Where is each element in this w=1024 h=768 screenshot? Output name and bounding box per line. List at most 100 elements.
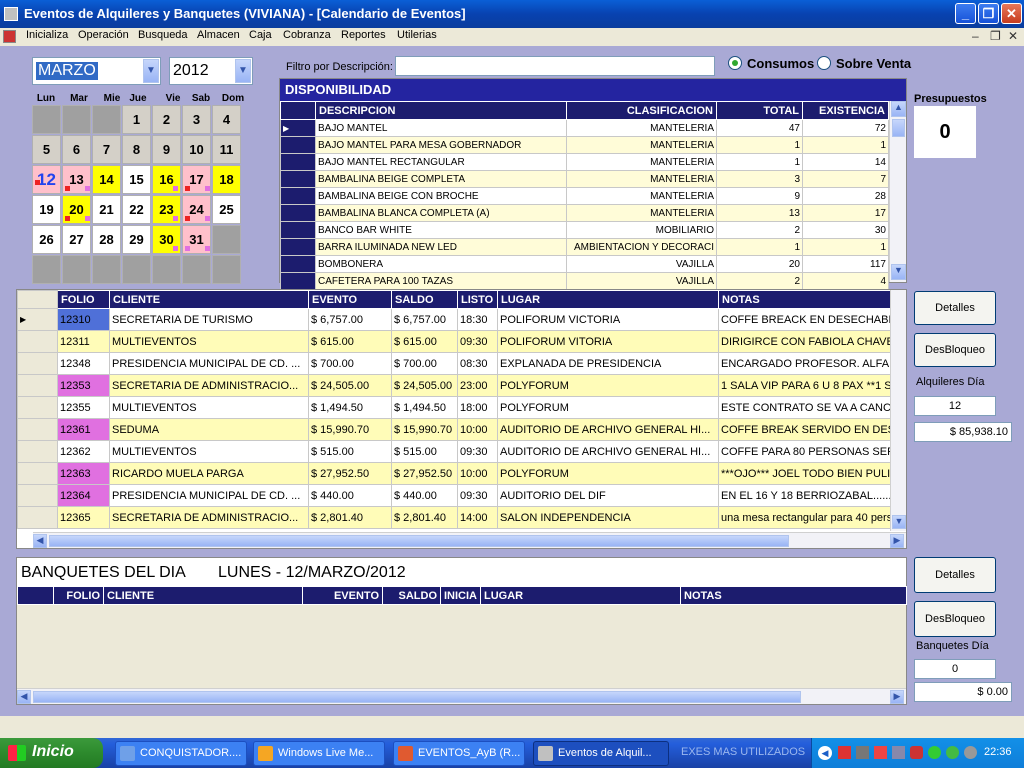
col-folio[interactable]: FOLIO bbox=[53, 586, 104, 605]
table-row[interactable]: BAJO MANTEL PARA MESA GOBERNADOR MANTELER… bbox=[280, 136, 889, 154]
table-row[interactable]: ▶ BAJO MANTEL MANTELERIA 47 72 bbox=[280, 119, 889, 137]
table-row[interactable]: BAMBALINA BLANCA COMPLETA (A) MANTELERIA 1… bbox=[280, 204, 889, 222]
col-existencia[interactable]: EXISTENCIA bbox=[802, 101, 889, 120]
menu-caja[interactable]: Caja bbox=[249, 29, 272, 41]
col-lugar[interactable]: LUGAR bbox=[497, 290, 719, 309]
disponibilidad-scrollbar[interactable]: ▲ ▼ bbox=[889, 101, 906, 282]
sobre-venta-radio[interactable] bbox=[817, 56, 831, 70]
calendar-day[interactable]: 21 bbox=[92, 195, 121, 224]
scroll-left-icon[interactable]: ◀ bbox=[17, 690, 31, 704]
table-row[interactable]: ▶ 12310 SECRETARIA DE TURISMO $ 6,757.00 $ 6… bbox=[17, 308, 891, 331]
table-row[interactable]: 12363 RICARDO MUELA PARGA $ 27,952.50 $ 27,… bbox=[17, 462, 891, 485]
calendar-day[interactable]: 8 bbox=[122, 135, 151, 164]
menu-cobranza[interactable]: Cobranza bbox=[283, 29, 331, 41]
row-selector[interactable] bbox=[17, 462, 58, 485]
row-selector[interactable] bbox=[280, 170, 316, 188]
row-selector[interactable] bbox=[17, 352, 58, 375]
row-selector[interactable] bbox=[280, 153, 316, 171]
desbloqueo-banquetes-button[interactable]: DesBloqueo bbox=[914, 601, 996, 637]
row-selector[interactable] bbox=[280, 255, 316, 273]
chevron-down-icon[interactable]: ▼ bbox=[143, 59, 159, 83]
scroll-thumb[interactable] bbox=[892, 119, 905, 137]
calendar-day[interactable]: 26 bbox=[32, 225, 61, 254]
calendar-day[interactable]: 30 bbox=[152, 225, 181, 254]
year-select[interactable]: 2012 ▼ bbox=[169, 57, 253, 85]
col-folio[interactable]: FOLIO bbox=[57, 290, 110, 309]
table-row[interactable]: 12365 SECRETARIA DE ADMINISTRACIO... $ 2,8… bbox=[17, 506, 891, 529]
mdi-minimize-icon[interactable]: – bbox=[972, 29, 979, 43]
col-saldo[interactable]: SALDO bbox=[391, 290, 458, 309]
calendar-day[interactable]: 13 bbox=[62, 165, 91, 194]
row-selector[interactable] bbox=[17, 484, 58, 507]
row-selector[interactable] bbox=[17, 418, 58, 441]
tray-expand-icon[interactable]: ◀ bbox=[818, 746, 832, 760]
col-saldo[interactable]: SALDO bbox=[382, 586, 441, 605]
calendar-day[interactable]: 9 bbox=[152, 135, 181, 164]
row-selector[interactable] bbox=[280, 136, 316, 154]
calendar-day[interactable]: 2 bbox=[152, 105, 181, 134]
row-selector[interactable] bbox=[17, 440, 58, 463]
table-row[interactable]: BOMBONERA VAJILLA 20 117 bbox=[280, 255, 889, 273]
row-selector[interactable] bbox=[280, 238, 316, 256]
col-lugar[interactable]: LUGAR bbox=[480, 586, 681, 605]
row-selector[interactable] bbox=[280, 204, 316, 222]
calendar-day[interactable]: 27 bbox=[62, 225, 91, 254]
taskbar-item-eventos-alquil[interactable]: Eventos de Alquil... bbox=[533, 741, 669, 766]
tray-shield-icon[interactable] bbox=[910, 746, 923, 759]
quicklaunch-label[interactable]: EXES MAS UTILIZADOS bbox=[681, 746, 805, 758]
row-selector[interactable]: ▶ bbox=[17, 308, 58, 331]
col-notas[interactable]: NOTAS bbox=[718, 290, 891, 309]
col-total[interactable]: TOTAL bbox=[716, 101, 803, 120]
taskbar-item-conquistador[interactable]: CONQUISTADOR.... bbox=[115, 741, 247, 766]
calendar-day[interactable]: 4 bbox=[212, 105, 241, 134]
calendar-day[interactable]: 20 bbox=[62, 195, 91, 224]
table-row[interactable]: BAMBALINA BEIGE CON BROCHE MANTELERIA 9 28 bbox=[280, 187, 889, 205]
calendar-day[interactable]: 22 bbox=[122, 195, 151, 224]
row-selector[interactable]: ▶ bbox=[280, 119, 316, 137]
scroll-left-icon[interactable]: ◀ bbox=[33, 534, 47, 548]
scroll-down-icon[interactable]: ▼ bbox=[892, 515, 906, 529]
table-row[interactable]: 12348 PRESIDENCIA MUNICIPAL DE CD. ... $ 7… bbox=[17, 352, 891, 375]
events-vscrollbar[interactable]: ▼ bbox=[890, 290, 906, 531]
calendar-day[interactable]: 15 bbox=[122, 165, 151, 194]
tray-monitor-icon[interactable] bbox=[892, 746, 905, 759]
banquetes-hscrollbar[interactable]: ◀ ▶ bbox=[17, 688, 906, 704]
filter-input[interactable] bbox=[395, 56, 715, 76]
calendar-day[interactable]: 29 bbox=[122, 225, 151, 254]
menu-busqueda[interactable]: Busqueda bbox=[138, 29, 188, 41]
col-inicia[interactable]: INICIA bbox=[440, 586, 481, 605]
start-button[interactable]: Inicio bbox=[0, 738, 103, 768]
menu-utilerias[interactable]: Utilerias bbox=[397, 29, 437, 41]
calendar-day[interactable]: 10 bbox=[182, 135, 211, 164]
scroll-up-icon[interactable]: ▲ bbox=[891, 101, 906, 117]
calendar-day[interactable]: 6 bbox=[62, 135, 91, 164]
consumos-radio[interactable] bbox=[728, 56, 742, 70]
table-row[interactable]: CAFETERA PARA 100 TAZAS VAJILLA 2 4 bbox=[280, 272, 889, 290]
col-descripcion[interactable]: DESCRIPCION bbox=[315, 101, 567, 120]
events-hscrollbar[interactable]: ◀ ▶ bbox=[33, 532, 906, 548]
calendar-day[interactable]: 18 bbox=[212, 165, 241, 194]
row-selector[interactable] bbox=[17, 396, 58, 419]
tray-messenger-icon[interactable] bbox=[946, 746, 959, 759]
tray-alert-icon[interactable] bbox=[874, 746, 887, 759]
row-selector[interactable] bbox=[17, 374, 58, 397]
tray-wifi-icon[interactable] bbox=[928, 746, 941, 759]
table-row[interactable]: BANCO BAR WHITE MOBILIARIO 2 30 bbox=[280, 221, 889, 239]
row-selector[interactable] bbox=[280, 272, 316, 290]
col-cliente[interactable]: CLIENTE bbox=[103, 586, 303, 605]
calendar-day[interactable]: 31 bbox=[182, 225, 211, 254]
calendar-day[interactable]: 11 bbox=[212, 135, 241, 164]
calendar-day[interactable]: 5 bbox=[32, 135, 61, 164]
menu-almacen[interactable]: Almacen bbox=[197, 29, 240, 41]
menu-reportes[interactable]: Reportes bbox=[341, 29, 386, 41]
col-cliente[interactable]: CLIENTE bbox=[109, 290, 309, 309]
table-row[interactable]: 12364 PRESIDENCIA MUNICIPAL DE CD. ... $ 4… bbox=[17, 484, 891, 507]
chevron-down-icon[interactable]: ▼ bbox=[235, 59, 251, 83]
calendar-day[interactable]: 1 bbox=[122, 105, 151, 134]
scroll-right-icon[interactable]: ▶ bbox=[890, 690, 904, 704]
scroll-right-icon[interactable]: ▶ bbox=[890, 534, 904, 548]
calendar-day[interactable]: 7 bbox=[92, 135, 121, 164]
menu-inicializa[interactable]: Inicializa bbox=[26, 29, 68, 41]
calendar-day[interactable]: 28 bbox=[92, 225, 121, 254]
close-button[interactable]: ✕ bbox=[1001, 3, 1022, 24]
